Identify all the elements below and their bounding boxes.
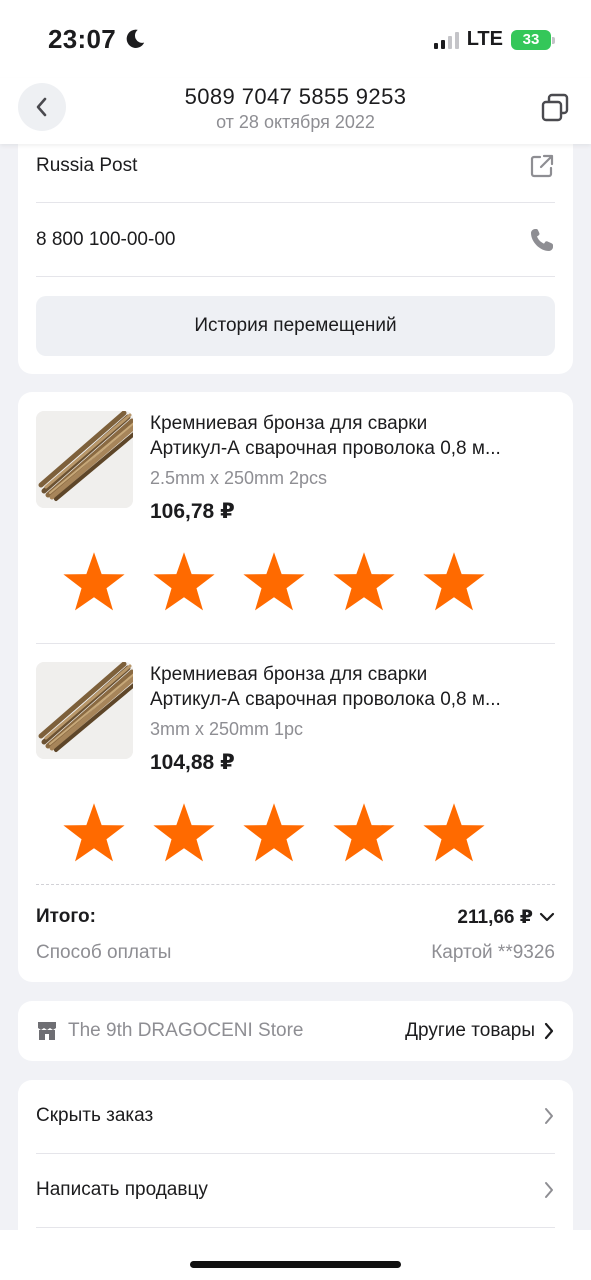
star-icon[interactable] — [420, 799, 488, 867]
network-type: LTE — [466, 28, 503, 50]
product-title[interactable]: Кремниевая бронза для сварки Артикул-А с… — [150, 662, 550, 712]
order-header: 5089 7047 5855 9253 от 28 октября 2022 — [0, 78, 591, 144]
dashed-divider — [36, 884, 555, 885]
write-seller-row[interactable]: Написать продавцу — [36, 1174, 555, 1206]
other-goods-label: Другие товары — [405, 1020, 535, 1041]
bronze-rods-image — [36, 411, 133, 508]
divider — [36, 1153, 555, 1154]
star-icon[interactable] — [330, 548, 398, 616]
star-icon[interactable] — [150, 799, 218, 867]
star-icon[interactable] — [420, 548, 488, 616]
product-variant: 3mm x 250mm 1pc — [150, 719, 304, 739]
hide-order-label: Скрыть заказ — [36, 1105, 154, 1126]
write-seller-label: Написать продавцу — [36, 1179, 208, 1200]
products-card: Кремниевая бронза для сварки Артикул-А с… — [18, 392, 573, 982]
total-amount: 211,66 ₽ — [457, 906, 533, 928]
signal-icon — [433, 31, 459, 49]
star-icon[interactable] — [240, 548, 308, 616]
phone-row[interactable]: 8 800 100-00-00 — [36, 224, 555, 256]
store-icon — [38, 1022, 56, 1040]
moon-icon — [126, 29, 145, 48]
payment-label: Способ оплаты — [36, 942, 172, 963]
divider — [36, 276, 555, 277]
product-image[interactable] — [36, 662, 133, 759]
bronze-rods-image — [36, 662, 133, 759]
star-icon[interactable] — [150, 548, 218, 616]
product-title-line: Кремниевая бронза для сварки — [150, 413, 428, 434]
product-title-line: Артикул-А сварочная проволока 0,8 м... — [150, 438, 501, 459]
chevron-right-icon — [544, 1022, 554, 1040]
chevron-right-icon — [545, 1108, 553, 1124]
product-price: 106,78 ₽ — [150, 500, 235, 523]
product-title-line: Кремниевая бронза для сварки — [150, 664, 428, 685]
status-bar: 23:07 LTE 33 — [0, 0, 591, 78]
total-row[interactable]: Итого: 211,66 ₽ — [36, 902, 555, 932]
total-label: Итого: — [36, 906, 96, 927]
battery-level: 33 — [522, 31, 540, 48]
divider — [36, 202, 555, 203]
star-icon[interactable] — [60, 799, 128, 867]
divider — [36, 643, 555, 644]
other-goods-link[interactable]: Другие товары — [405, 1001, 555, 1061]
product-title[interactable]: Кремниевая бронза для сварки Артикул-А с… — [150, 411, 550, 461]
status-time: 23:07 — [48, 24, 116, 54]
total-value[interactable]: 211,66 ₽ — [457, 906, 555, 929]
star-icon[interactable] — [60, 548, 128, 616]
product-price: 104,88 ₽ — [150, 751, 235, 774]
order-date: от 28 октября 2022 — [216, 112, 375, 132]
hide-order-row[interactable]: Скрыть заказ — [36, 1100, 555, 1132]
payment-row: Способ оплаты Картой **9326 — [36, 938, 555, 968]
product-variant: 2.5mm x 250mm 2pcs — [150, 468, 328, 488]
rating-stars[interactable] — [60, 548, 488, 616]
battery-icon: 33 — [511, 29, 555, 50]
history-button[interactable]: История перемещений — [36, 296, 555, 356]
copy-icon[interactable] — [539, 92, 571, 124]
star-icon[interactable] — [330, 799, 398, 867]
star-icon[interactable] — [240, 799, 308, 867]
product-title-line: Артикул-А сварочная проволока 0,8 м... — [150, 689, 501, 710]
tracking-number: 5089 7047 5855 9253 — [184, 84, 407, 109]
phone-icon[interactable] — [529, 227, 555, 253]
carrier-row[interactable]: Russia Post — [36, 150, 555, 182]
chevron-down-icon[interactable] — [539, 911, 555, 923]
product-image[interactable] — [36, 411, 133, 508]
store-card[interactable]: The 9th DRAGOCENI Store Другие товары — [18, 1001, 573, 1061]
divider — [36, 1227, 555, 1228]
carrier-name: Russia Post — [36, 155, 138, 176]
bottom-area — [0, 1230, 591, 1280]
home-indicator[interactable] — [190, 1261, 401, 1268]
store-name[interactable]: The 9th DRAGOCENI Store — [68, 1020, 303, 1042]
delivery-card: Russia Post 8 800 100-00-00 История пере… — [18, 130, 573, 374]
payment-method: Картой **9326 — [431, 942, 555, 963]
chevron-right-icon — [545, 1182, 553, 1198]
external-link-icon[interactable] — [529, 153, 555, 179]
rating-stars[interactable] — [60, 799, 488, 867]
carrier-phone: 8 800 100-00-00 — [36, 229, 176, 250]
